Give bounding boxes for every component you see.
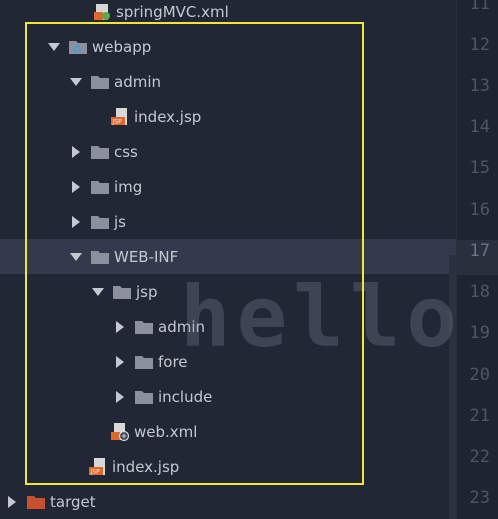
tree-item-label: index.jsp <box>112 457 180 476</box>
chevron-right-icon[interactable] <box>114 390 126 403</box>
tree-item-springmvc-xml[interactable]: springMVC.xml <box>0 0 456 29</box>
chevron-right-icon[interactable] <box>114 320 126 333</box>
line-number: 21 <box>469 406 490 426</box>
folder-icon <box>90 247 110 267</box>
line-number: 23 <box>469 488 490 508</box>
tree-item-label: webapp <box>92 37 152 56</box>
line-number: 19 <box>469 323 490 343</box>
tree-item-jsp[interactable]: jsp <box>0 274 456 309</box>
tree-item-label: jsp <box>136 282 158 301</box>
tree-item-admin[interactable]: admin <box>0 64 456 99</box>
tree-item-label: fore <box>158 352 188 371</box>
line-number: 14 <box>469 117 490 137</box>
line-number-gutter: 11 12 13 14 15 16 17 18 19 20 21 22 23 <box>456 0 498 519</box>
chevron-down-icon[interactable] <box>48 41 60 53</box>
line-number: 22 <box>469 447 490 467</box>
tree-item-img[interactable]: img <box>0 169 456 204</box>
tree-item-web-inf[interactable]: WEB-INF <box>0 239 456 274</box>
chevron-right-icon[interactable] <box>6 495 18 508</box>
tree-item-label: springMVC.xml <box>116 2 229 21</box>
jsp-file-icon: JSP <box>88 457 108 477</box>
line-number: 15 <box>469 158 490 178</box>
folder-icon <box>134 352 154 372</box>
tree-item-label: WEB-INF <box>114 247 179 266</box>
tree-item-include[interactable]: include <box>0 379 456 414</box>
chevron-down-icon[interactable] <box>92 286 104 298</box>
line-number: 20 <box>469 365 490 385</box>
tree-item-label: index.jsp <box>134 107 202 126</box>
folder-icon <box>90 177 110 197</box>
folder-icon <box>90 142 110 162</box>
chevron-down-icon[interactable] <box>70 251 82 263</box>
vertical-scrollbar[interactable] <box>449 255 456 519</box>
tree-item-label: css <box>114 142 138 161</box>
line-number: 16 <box>469 200 490 220</box>
line-number: 17 <box>469 241 490 261</box>
chevron-down-icon[interactable] <box>70 76 82 88</box>
xml-file-icon <box>92 2 112 22</box>
jsp-file-icon: JSP <box>110 107 130 127</box>
tree-item-web-xml[interactable]: web.xml <box>0 414 456 449</box>
target-folder-icon <box>26 492 46 512</box>
folder-icon <box>134 387 154 407</box>
folder-icon <box>134 317 154 337</box>
tree-item-css[interactable]: css <box>0 134 456 169</box>
tree-item-label: img <box>114 177 143 196</box>
tree-item-label: include <box>158 387 213 406</box>
webapp-folder-icon <box>68 37 88 57</box>
svg-text:JSP: JSP <box>112 118 123 125</box>
chevron-right-icon[interactable] <box>70 145 82 158</box>
folder-icon <box>90 72 110 92</box>
chevron-right-icon[interactable] <box>70 215 82 228</box>
tree-item-label: js <box>114 212 126 231</box>
tree-item-webapp-index-jsp[interactable]: JSP index.jsp <box>0 449 456 484</box>
folder-icon <box>112 282 132 302</box>
tree-item-label: admin <box>114 72 161 91</box>
tree-item-jsp-admin[interactable]: admin <box>0 309 456 344</box>
tree-item-fore[interactable]: fore <box>0 344 456 379</box>
line-number: 12 <box>469 35 490 55</box>
line-number: 13 <box>469 76 490 96</box>
chevron-right-icon[interactable] <box>70 180 82 193</box>
tree-item-target[interactable]: target <box>0 484 456 519</box>
project-tree: springMVC.xml webapp admin JSP index.jsp… <box>0 0 456 519</box>
line-number: 11 <box>469 0 490 14</box>
tree-item-index-jsp[interactable]: JSP index.jsp <box>0 99 456 134</box>
tree-item-label: web.xml <box>134 422 198 441</box>
tree-item-label: admin <box>158 317 205 336</box>
tree-item-js[interactable]: js <box>0 204 456 239</box>
tree-item-webapp[interactable]: webapp <box>0 29 456 64</box>
tree-item-label: target <box>50 492 96 511</box>
folder-icon <box>90 212 110 232</box>
svg-text:JSP: JSP <box>90 468 101 475</box>
line-number: 18 <box>469 282 490 302</box>
chevron-right-icon[interactable] <box>114 355 126 368</box>
web-xml-icon <box>110 422 130 442</box>
